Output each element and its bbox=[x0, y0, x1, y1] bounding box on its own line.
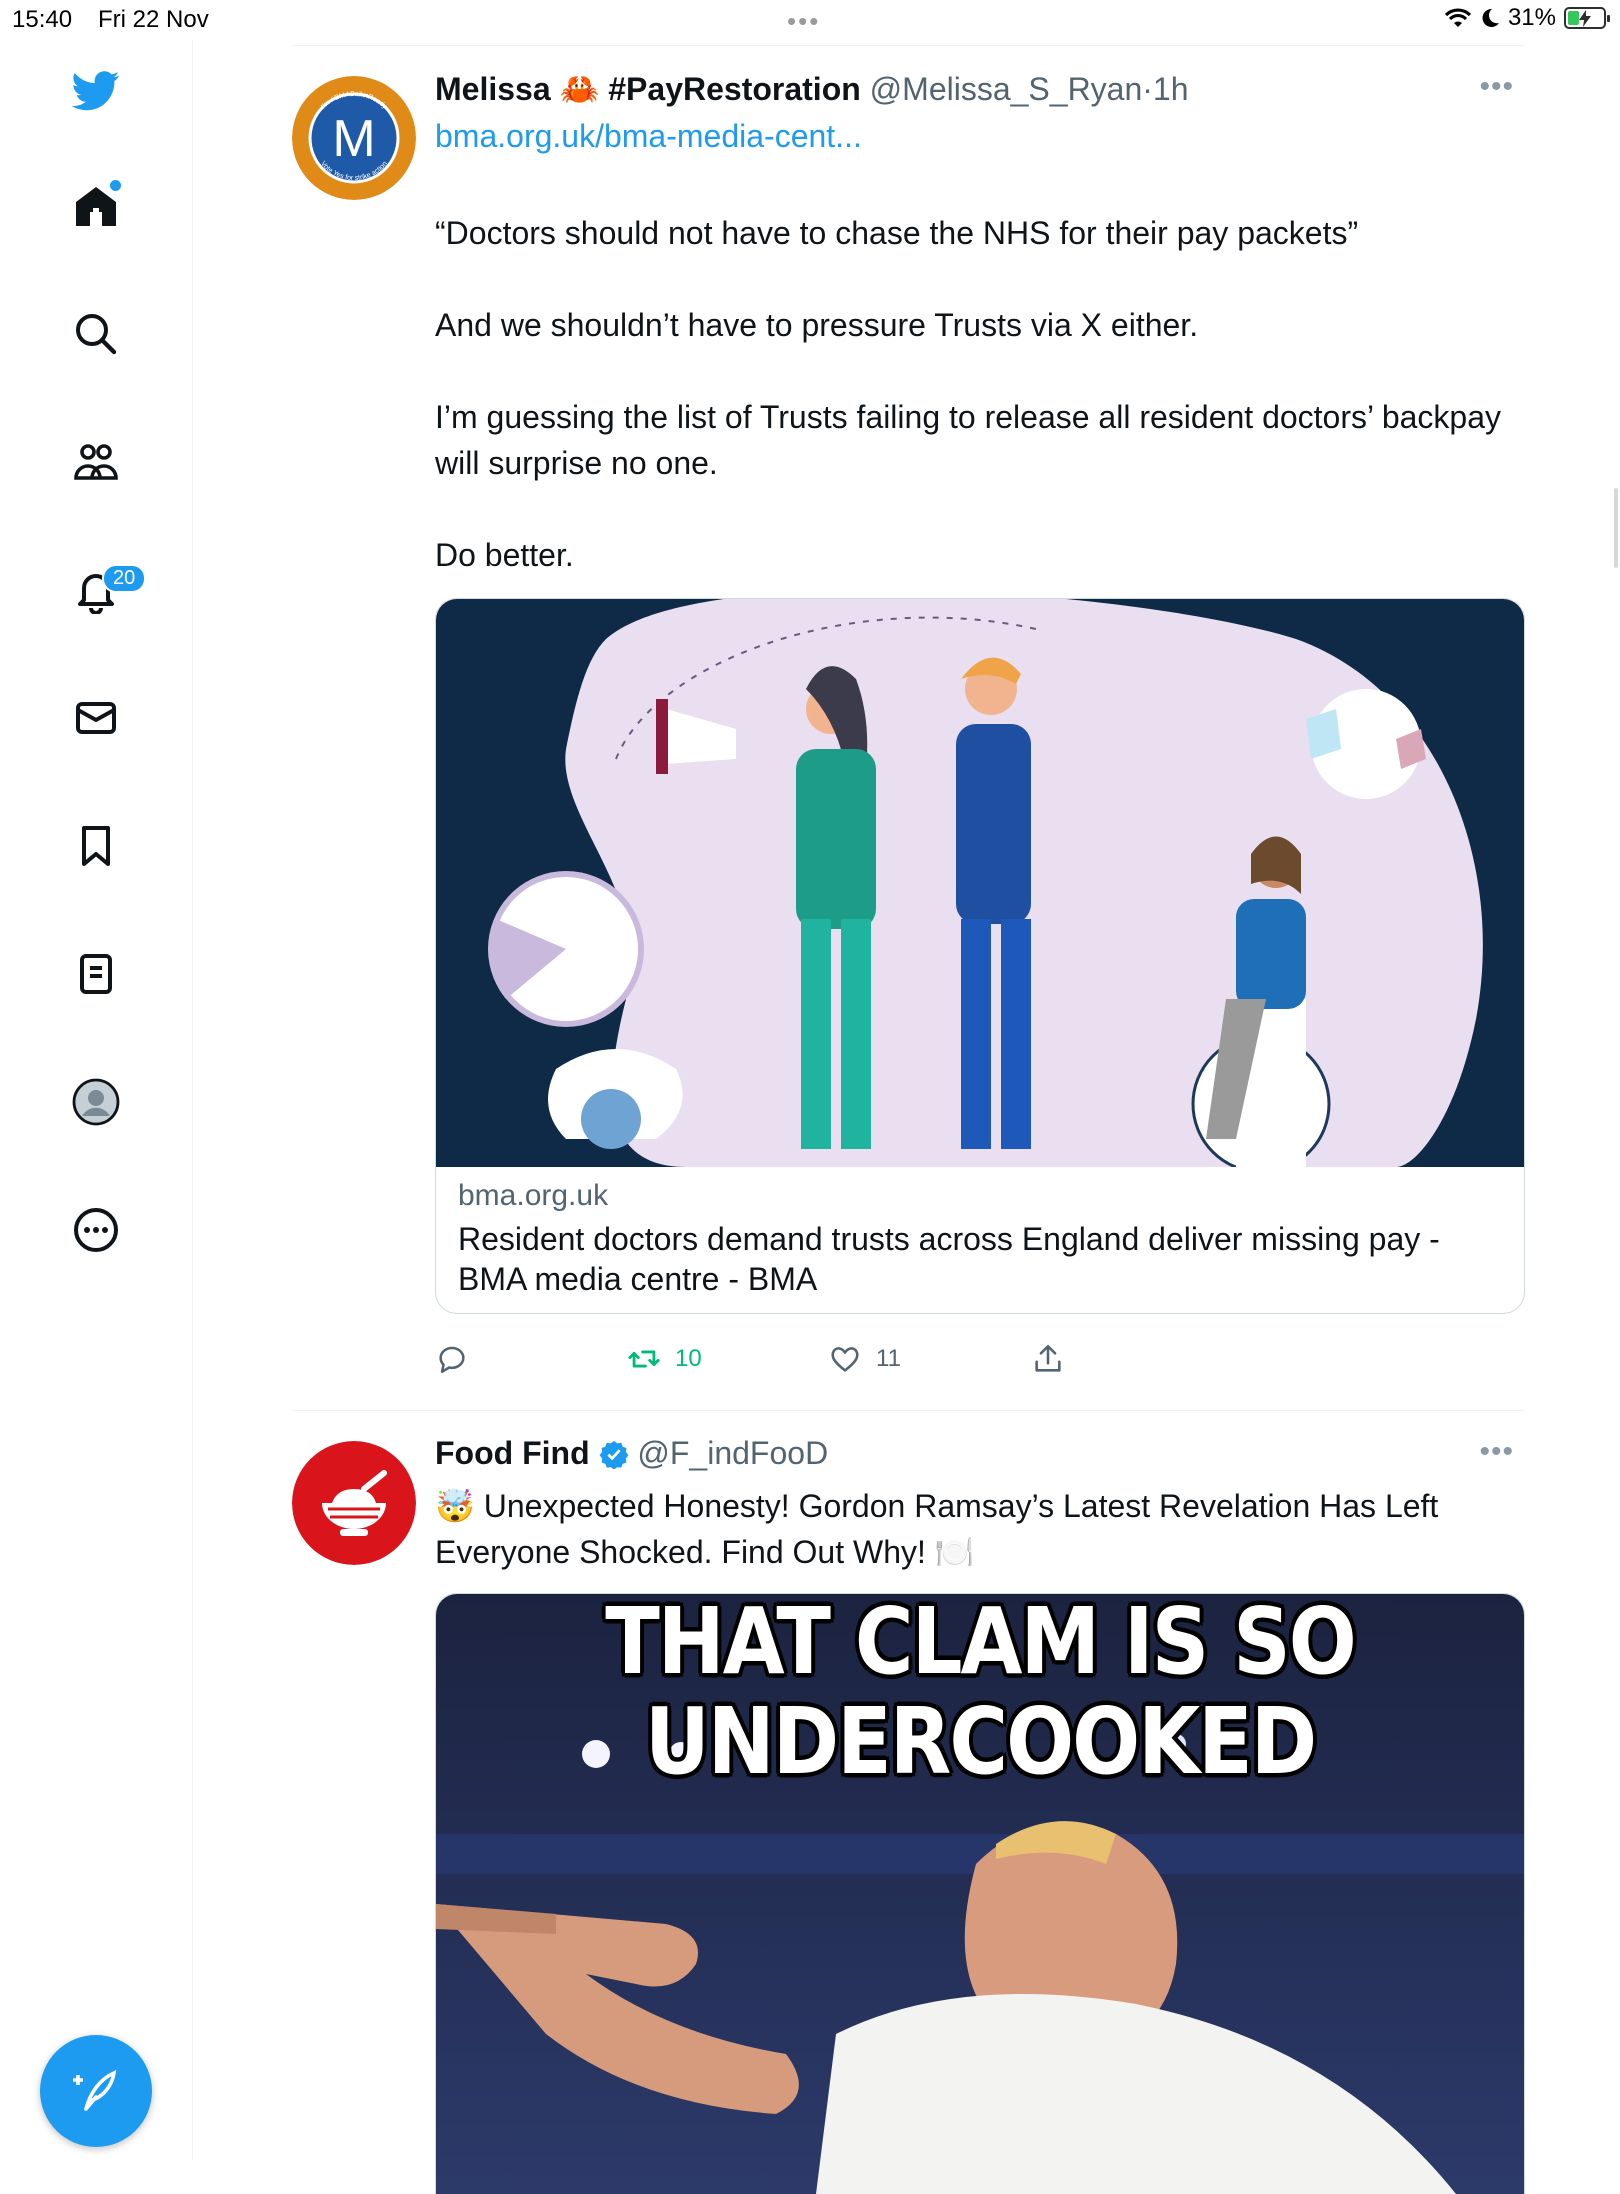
avatar-letter: M bbox=[332, 110, 375, 168]
tweet-text: 🤯 Unexpected Honesty! Gordon Ramsay’s La… bbox=[435, 1483, 1525, 1575]
home-icon[interactable] bbox=[60, 170, 132, 242]
more-icon[interactable] bbox=[60, 1194, 132, 1266]
status-indicators: 31% bbox=[1444, 4, 1610, 32]
status-time: 15:40 bbox=[12, 6, 73, 33]
tweet-paragraph: And we shouldn’t have to pressure Trusts… bbox=[435, 307, 1199, 343]
tweet-paragraph: 🤯 Unexpected Honesty! Gordon Ramsay’s La… bbox=[435, 1488, 1439, 1570]
status-bar: 15:40 Fri 22 Nov ••• 31% bbox=[0, 0, 1620, 40]
author-name[interactable]: Food Find bbox=[435, 1435, 590, 1471]
status-date: Fri 22 Nov bbox=[98, 6, 209, 33]
compose-feather-icon bbox=[73, 2070, 117, 2111]
battery-icon bbox=[1564, 7, 1610, 29]
tweet-text: “Doctors should not have to chase the NH… bbox=[435, 210, 1525, 578]
card-illustration bbox=[436, 599, 1524, 1167]
tweet-paragraph: Do better. bbox=[435, 537, 574, 573]
share-button[interactable] bbox=[1031, 1342, 1065, 1376]
dot-separator: · bbox=[1142, 71, 1153, 107]
card-title: Resident doctors demand trusts across En… bbox=[458, 1221, 1440, 1297]
tweet-more-options-icon[interactable]: ••• bbox=[1479, 1435, 1514, 1469]
lists-icon[interactable] bbox=[60, 938, 132, 1010]
tweet-header: Melissa 🦀 #PayRestoration @Melissa_S_Rya… bbox=[435, 70, 1189, 108]
tweet-paragraph: “Doctors should not have to chase the NH… bbox=[435, 215, 1359, 251]
card-domain: bma.org.uk bbox=[458, 1179, 609, 1212]
tweet-actions: 10 11 bbox=[435, 1342, 1435, 1382]
meme-caption-line1: THAT CLAM IS SO bbox=[605, 1593, 1357, 1695]
like-count: 11 bbox=[876, 1345, 901, 1372]
card-meta: bma.org.uk Resident doctors demand trust… bbox=[436, 1167, 1524, 1313]
profile-avatar[interactable] bbox=[60, 1066, 132, 1138]
tweet-author-avatar[interactable] bbox=[292, 1441, 416, 1565]
sidebar: 20 bbox=[0, 40, 193, 2160]
retweet-count: 10 bbox=[675, 1345, 702, 1372]
moon-icon bbox=[1482, 8, 1499, 27]
multitasking-dots-icon[interactable]: ••• bbox=[787, 6, 820, 37]
retweet-icon bbox=[628, 1350, 660, 1368]
link-preview-card[interactable]: bma.org.uk Resident doctors demand trust… bbox=[435, 598, 1525, 1314]
wifi-icon bbox=[1444, 8, 1472, 27]
author-name[interactable]: Melissa 🦀 #PayRestoration bbox=[435, 71, 861, 107]
reply-button[interactable] bbox=[435, 1342, 469, 1376]
tweet-link[interactable]: bma.org.uk/bma-media-cent... bbox=[435, 118, 862, 155]
notifications-badge: 20 bbox=[102, 564, 147, 593]
tweet-more-options-icon[interactable]: ••• bbox=[1479, 70, 1514, 104]
food-bowl-icon bbox=[292, 1441, 416, 1565]
tweet[interactable]: M I'm #BMABallotReady Vote Yes for strik… bbox=[292, 70, 1525, 1400]
tweet-author-avatar[interactable]: M I'm #BMABallotReady Vote Yes for strik… bbox=[292, 76, 416, 200]
compose-tweet-button[interactable] bbox=[40, 2035, 152, 2147]
home-new-dot bbox=[110, 180, 121, 191]
communities-icon[interactable] bbox=[60, 426, 132, 498]
heart-icon bbox=[831, 1347, 859, 1372]
verified-badge-icon bbox=[599, 1440, 628, 1470]
author-handle[interactable]: @Melissa_S_Ryan bbox=[870, 71, 1143, 107]
tweet-header: Food Find @F_indFooD bbox=[435, 1435, 828, 1472]
notifications-icon[interactable]: 20 bbox=[60, 554, 147, 626]
twitter-logo-icon[interactable] bbox=[60, 54, 132, 126]
timeline-top-divider bbox=[292, 45, 1524, 46]
tweet-time[interactable]: 1h bbox=[1153, 71, 1189, 107]
tweet[interactable]: Food Find @F_indFooD ••• 🤯 Unexpected Ho… bbox=[292, 1435, 1525, 2194]
meme-caption-line2: UNDERCOOKED bbox=[644, 1687, 1317, 1795]
author-handle[interactable]: @F_indFooD bbox=[637, 1435, 828, 1471]
scrollbar[interactable] bbox=[1614, 488, 1618, 568]
tweet-paragraph: I’m guessing the list of Trusts failing … bbox=[435, 399, 1501, 481]
battery-percent: 31% bbox=[1507, 4, 1556, 31]
search-icon[interactable] bbox=[60, 298, 132, 370]
bookmarks-icon[interactable] bbox=[60, 810, 132, 882]
like-button[interactable]: 11 bbox=[828, 1342, 901, 1376]
share-icon bbox=[1035, 1344, 1061, 1372]
retweet-button[interactable]: 10 bbox=[627, 1342, 702, 1376]
messages-icon[interactable] bbox=[60, 682, 132, 754]
tweet-divider bbox=[292, 1410, 1524, 1411]
reply-icon bbox=[439, 1346, 465, 1374]
tweet-media-image[interactable]: THAT CLAM IS SO UNDERCOOKED bbox=[435, 1593, 1525, 2194]
